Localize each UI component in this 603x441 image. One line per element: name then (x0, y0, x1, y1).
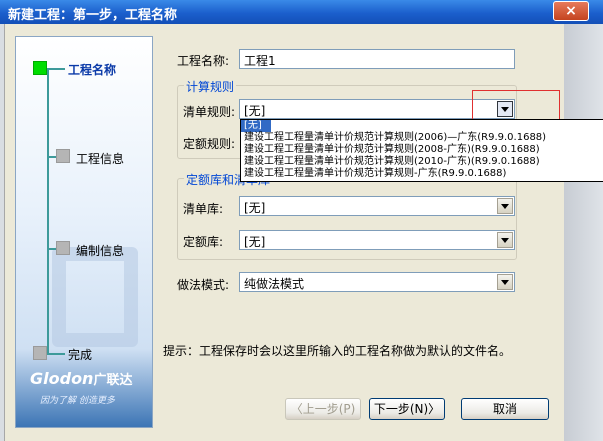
calc-rules-group-title: 计算规则 (184, 78, 237, 95)
quota-lib-value: [无] (244, 235, 266, 249)
dropdown-option[interactable]: [无] (241, 120, 271, 132)
mode-value: 纯做法模式 (244, 277, 305, 291)
list-lib-select[interactable]: [无] (239, 196, 515, 216)
step-connector-line (47, 69, 49, 355)
quota-lib-dropdown-icon[interactable] (497, 232, 513, 248)
title-bar: 新建工程：第一步，工程名称 × (0, 0, 603, 24)
dropdown-option[interactable]: 建设工程工程量清单计价规范计算规则(2010-广东)(R9.9.0.1688) (241, 156, 603, 168)
prev-button[interactable]: 〈上一步(P) (285, 398, 361, 420)
list-rule-value: [无] (244, 104, 266, 118)
step-label-finish[interactable]: 完成 (68, 346, 92, 363)
dropdown-option[interactable]: 建设工程工程量清单计价规范计算规则(2006)—广东(R9.9.0.1688) (241, 132, 603, 144)
cancel-button[interactable]: 取消 (461, 398, 549, 420)
logo-slogan: 因为了解 创造更多 (40, 396, 115, 406)
quota-lib-select[interactable]: [无] (239, 230, 515, 250)
list-rule-dropdown-list[interactable]: [无] 建设工程工程量清单计价规范计算规则(2006)—广东(R9.9.0.16… (240, 119, 603, 182)
step-marker-project-name (33, 61, 47, 75)
dropdown-option[interactable]: 建设工程工程量清单计价规范计算规则(2008-广东)(R9.9.0.1688) (241, 144, 603, 156)
mode-select[interactable]: 纯做法模式 (239, 272, 515, 292)
window-title: 新建工程：第一步，工程名称 (8, 8, 178, 23)
step-connector-4 (47, 353, 65, 355)
project-name-input[interactable]: 工程1 (239, 49, 515, 69)
dropdown-option[interactable]: 建设工程工程量清单计价规范计算规则-广东(R9.9.0.1688) (241, 168, 603, 180)
step-marker-project-info (56, 149, 70, 163)
mode-dropdown-icon[interactable] (497, 274, 513, 290)
watermark-graphic (52, 247, 138, 347)
list-lib-dropdown-icon[interactable] (497, 198, 513, 214)
project-name-label: 工程名称: (177, 54, 230, 68)
list-lib-label: 清单库: (183, 202, 224, 216)
quota-rule-label: 定额规则: (183, 137, 236, 151)
list-rule-label: 清单规则: (183, 105, 236, 119)
step-connector-1 (47, 68, 65, 70)
step-label-compile-info[interactable]: 编制信息 (76, 242, 124, 259)
background-window (564, 24, 603, 441)
glodon-logo: Glodon广联达 (30, 369, 132, 388)
hint-text: 提示：工程保存时会以这里所输入的工程名称做为默认的文件名。 (163, 344, 512, 358)
step-marker-compile-info (56, 241, 70, 255)
quota-lib-label: 定额库: (183, 235, 224, 249)
next-button[interactable]: 下一步(N)〉 (369, 398, 445, 420)
step-marker-finish (33, 346, 47, 360)
close-button[interactable]: × (553, 1, 589, 21)
new-project-dialog: 工程名称 工程信息 编制信息 完成 Glodon广联达 因为了解 创造更多 工程… (4, 24, 564, 441)
logo-text-en: Glodon (30, 369, 94, 388)
wizard-sidebar: 工程名称 工程信息 编制信息 完成 Glodon广联达 因为了解 创造更多 (15, 36, 153, 428)
step-label-project-info[interactable]: 工程信息 (76, 150, 124, 167)
logo-text-cn: 广联达 (93, 373, 133, 388)
mode-label: 做法模式: (177, 278, 230, 292)
step-label-project-name[interactable]: 工程名称 (68, 61, 116, 78)
highlight-box (472, 90, 560, 120)
list-lib-value: [无] (244, 201, 266, 215)
